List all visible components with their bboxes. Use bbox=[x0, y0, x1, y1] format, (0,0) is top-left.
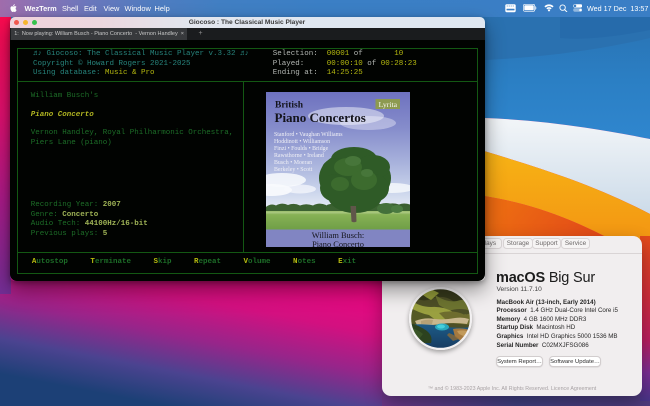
svg-text:Stanford • Vaughan Williams: Stanford • Vaughan Williams bbox=[274, 131, 343, 138]
svg-text:William Busch:: William Busch: bbox=[311, 231, 363, 240]
svg-text:Piano Concerto: Piano Concerto bbox=[312, 240, 364, 248]
svg-text:Busch • Moeran: Busch • Moeran bbox=[274, 160, 312, 166]
svg-text:Finzi • Foulds • Bridge: Finzi • Foulds • Bridge bbox=[274, 146, 329, 152]
svg-text:Hoddinott • Williamson: Hoddinott • Williamson bbox=[274, 139, 330, 145]
svg-text:Piano Concertos: Piano Concertos bbox=[274, 110, 365, 125]
svg-text:Lyrita: Lyrita bbox=[378, 100, 397, 109]
svg-text:Berkeley • Scott: Berkeley • Scott bbox=[274, 167, 313, 173]
svg-text:Rawsthorne • Ireland: Rawsthorne • Ireland bbox=[274, 153, 324, 159]
svg-text:British: British bbox=[275, 100, 304, 110]
